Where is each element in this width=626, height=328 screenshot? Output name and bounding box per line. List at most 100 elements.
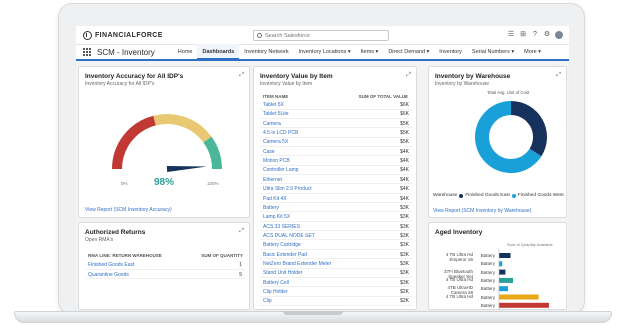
app-launcher-icon[interactable]	[83, 47, 92, 57]
warehouse-name-link[interactable]: Finished Goods East	[88, 262, 134, 268]
item-name-link[interactable]: Case	[263, 149, 275, 155]
table-row[interactable]: Camera $5K	[260, 120, 412, 129]
gauge-max-label: 100%	[207, 181, 219, 186]
nav-tab[interactable]: Inventory Network	[239, 44, 293, 60]
item-name-link[interactable]: Ethernet	[263, 177, 282, 183]
table-row[interactable]: ACS DUAL NODE SET $3K	[260, 232, 412, 241]
aged-item-label: 4 TB Ultra Hd	[445, 293, 473, 299]
item-value: $4K	[400, 176, 409, 183]
expand-icon[interactable]: ⤢	[239, 72, 244, 79]
aged-group-label: Battery	[480, 277, 495, 283]
warehouse-name-link[interactable]: Quarantine Goods	[88, 272, 129, 278]
gauge-band-yellow	[153, 114, 212, 143]
nav-tab[interactable]: Home	[173, 44, 198, 60]
table-row[interactable]: Clip Holder $2K	[260, 288, 412, 297]
table-row[interactable]: Tablet 5Lite $6K	[260, 110, 412, 119]
logo-text: FINANCIALFORCE	[95, 32, 163, 39]
column-header-quantity: SUM OF QUANTITY	[201, 253, 243, 258]
item-name-link[interactable]: Lamp Kit 5X	[263, 214, 290, 220]
add-icon[interactable]: ⊞	[519, 31, 527, 39]
item-name-link[interactable]: Pad Kit 4X	[263, 196, 287, 202]
item-name-link[interactable]: Controller Lamp	[263, 167, 299, 173]
nav-tab[interactable]: More ▾	[519, 44, 546, 60]
aged-bar[interactable]	[499, 261, 503, 267]
help-icon[interactable]: ?	[531, 31, 539, 39]
nav-tab[interactable]: Items ▾	[356, 44, 384, 60]
table-row[interactable]: Pad Kit 4X $4K	[260, 195, 412, 204]
expand-icon[interactable]: ⤢	[239, 228, 244, 235]
item-name-link[interactable]: Tablet 5X	[263, 102, 284, 108]
table-row[interactable]: Battery Cell $3K	[260, 279, 412, 288]
table-row[interactable]: Battery Cartridge $3K	[260, 241, 412, 250]
nav-tab[interactable]: Serial Numbers ▾	[467, 44, 519, 60]
card-title: Authorized Returns	[85, 229, 146, 236]
item-name-link[interactable]: Battery Cell	[263, 280, 289, 286]
table-row[interactable]: Ethernet $4K	[260, 176, 412, 185]
item-name-link[interactable]: Clip Holder	[263, 289, 288, 295]
table-row[interactable]: Lamp Kit 5X $3K	[260, 213, 412, 222]
favorites-icon[interactable]: ☰	[507, 31, 515, 39]
gauge-min-label: 0%	[121, 181, 128, 186]
table-row[interactable]: Ultra Slim 2.5 Product $4K	[260, 185, 412, 194]
avatar[interactable]	[555, 31, 563, 39]
item-name-link[interactable]: 4.5 in LCD PCB	[263, 130, 298, 136]
nav-tab[interactable]: Dashboards	[197, 44, 240, 60]
table-row[interactable]: Camera 5X $5K	[260, 138, 412, 147]
item-name-link[interactable]: Motion PCB	[263, 158, 290, 164]
item-name-link[interactable]: ACS 33 SERIES	[263, 224, 300, 230]
item-name-link[interactable]: Battery	[263, 205, 279, 211]
table-row[interactable]: Battery $3K	[260, 204, 412, 213]
expand-icon[interactable]: ⤢	[406, 72, 411, 79]
app-navbar: SCM - Inventory Home Dashboards Inventory …	[76, 44, 569, 61]
app-logo[interactable]: FINANCIALFORCE	[83, 31, 163, 40]
item-name-link[interactable]: Ultra Slim 2.5 Product	[263, 186, 312, 192]
table-row[interactable]: Stand Unit Holder $3K	[260, 269, 412, 278]
item-name-link[interactable]: Battery Cartridge	[263, 242, 301, 248]
item-name-link[interactable]: Stand Unit Holder	[263, 270, 302, 276]
table-row[interactable]: Finished Goods East 1	[85, 261, 245, 270]
aged-bar[interactable]	[499, 253, 511, 258]
table-row[interactable]: ACS 33 SERIES $3K	[260, 223, 412, 232]
aged-bar[interactable]	[499, 269, 506, 275]
nav-tab[interactable]: Inventory	[434, 44, 467, 60]
column-header-warehouse: RMA LINE: RETURN WAREHOUSE	[88, 253, 162, 258]
item-name-link[interactable]: Camera	[263, 121, 281, 127]
table-row[interactable]: Basic Extender Pad $3K	[260, 251, 412, 260]
table-row[interactable]: Clip $2K	[260, 297, 412, 306]
global-search[interactable]	[253, 30, 389, 41]
table-row[interactable]: Tablet 5X $6K	[260, 101, 412, 110]
item-value: $5K	[400, 130, 409, 137]
item-name-link[interactable]: Basic Extender Pad	[263, 252, 307, 258]
expand-icon[interactable]: ⤢	[556, 72, 561, 79]
table-row[interactable]: Motion PCB $4K	[260, 157, 412, 166]
table-row[interactable]: Quarantine Goods 5	[85, 271, 245, 280]
laptop-notch	[283, 311, 343, 315]
view-report-link[interactable]: View Report (SCM Inventory by Warehouse)	[433, 208, 531, 214]
gauge-value: 98%	[154, 177, 175, 188]
view-report-link[interactable]: View Report (SCM Inventory Accuracy)	[85, 207, 172, 213]
item-name-link[interactable]: Clip	[263, 298, 272, 304]
item-name-link[interactable]: Camera 5X	[263, 139, 288, 145]
nav-tab[interactable]: Inventory Locations ▾	[294, 44, 356, 60]
table-row[interactable]: Case $4K	[260, 148, 412, 157]
table-row[interactable]: 4.5 in LCD PCB $5K	[260, 129, 412, 138]
aged-bar[interactable]	[499, 294, 539, 300]
nav-tab[interactable]: Direct Demand ▾	[383, 44, 434, 60]
card-subtitle: Inventory Value by Item	[260, 81, 313, 87]
item-value: $3K	[400, 214, 409, 221]
item-name-link[interactable]: Tablet 5Lite	[263, 111, 289, 117]
marketing-frame: FINANCIALFORCE ☰ ⊞ ? ⚙ SCM - Inventory H…	[0, 0, 626, 328]
item-value: $4K	[400, 158, 409, 165]
gauge-band-red	[112, 115, 157, 170]
donut-slice[interactable]	[511, 101, 547, 157]
card-title: Aged Inventory	[435, 229, 483, 236]
item-name-link[interactable]: NetZero Brand Extender Meter	[263, 261, 331, 267]
aged-bar[interactable]	[499, 286, 508, 292]
search-input[interactable]	[265, 32, 385, 39]
item-name-link[interactable]: ACS DUAL NODE SET	[263, 233, 315, 239]
table-row[interactable]: Controller Lamp $4K	[260, 166, 412, 176]
aged-bar[interactable]	[499, 302, 549, 308]
table-row[interactable]: NetZero Brand Extender Meter $3K	[260, 260, 412, 269]
aged-bar[interactable]	[499, 277, 514, 283]
settings-gear-icon[interactable]: ⚙	[543, 31, 551, 39]
